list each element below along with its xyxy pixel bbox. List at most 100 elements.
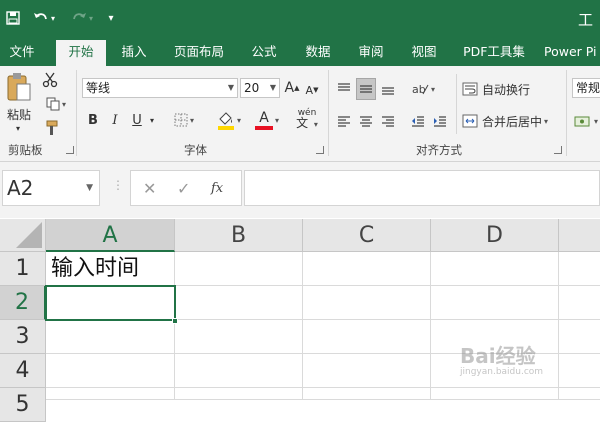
formula-input[interactable] — [244, 170, 600, 206]
enter-icon[interactable]: ✓ — [177, 179, 190, 198]
cell-c1[interactable] — [303, 252, 431, 286]
cell-d1[interactable] — [431, 252, 559, 286]
divider — [328, 70, 329, 156]
column-header-e[interactable] — [559, 219, 600, 252]
orientation-icon[interactable]: ab ▾ — [406, 78, 440, 100]
cancel-icon[interactable]: ✕ — [143, 179, 156, 198]
tab-power-pivot[interactable]: Power Pi — [544, 38, 600, 66]
cell-a3[interactable] — [46, 320, 175, 354]
font-size-combo[interactable]: 20 ▼ — [240, 78, 280, 98]
wrap-text-label: 自动换行 — [482, 82, 531, 97]
cell-e4[interactable] — [559, 354, 600, 388]
cell-a1[interactable]: 输入时间 — [46, 252, 175, 286]
align-center-icon[interactable] — [356, 112, 376, 132]
customize-qat-icon[interactable]: ▾ — [104, 6, 118, 30]
cell-d2[interactable] — [431, 286, 559, 320]
bold-button[interactable]: B — [84, 110, 102, 130]
increase-indent-icon[interactable] — [430, 112, 450, 132]
tab-page-layout[interactable]: 页面布局 — [168, 38, 230, 66]
cell-c3[interactable] — [303, 320, 431, 354]
accounting-format-icon[interactable]: ▾ — [572, 110, 600, 132]
tab-home[interactable]: 开始 — [56, 40, 106, 66]
row-header-3[interactable]: 3 — [0, 320, 46, 354]
font-color-button[interactable]: A ▾ — [250, 108, 284, 132]
paste-button[interactable]: 粘贴 — [4, 106, 34, 122]
fill-color-button[interactable]: ▾ — [212, 108, 246, 132]
merge-center-label: 合并后居中 — [482, 114, 543, 129]
column-header-c[interactable]: C — [303, 219, 431, 252]
row-header-5[interactable]: 5 — [0, 388, 46, 422]
cell-c4[interactable] — [303, 354, 431, 388]
tab-insert[interactable]: 插入 — [114, 38, 154, 66]
cell-b5[interactable] — [175, 388, 303, 400]
cell-e3[interactable] — [559, 320, 600, 354]
paste-dropdown-icon[interactable]: ▾ — [10, 122, 26, 134]
redo-icon[interactable]: ▾ — [66, 6, 98, 30]
underline-button[interactable]: U — [128, 110, 146, 130]
cut-icon[interactable] — [40, 70, 60, 90]
number-format-combo[interactable]: 常规 — [572, 78, 600, 98]
tab-pdf-tools[interactable]: PDF工具集 — [458, 38, 530, 66]
font-color-icon: A — [254, 110, 273, 130]
watermark-sub: jingyan.baidu.com — [460, 367, 544, 377]
cell-a4[interactable] — [46, 354, 175, 388]
undo-icon[interactable]: ▾ — [28, 6, 60, 30]
tab-review[interactable]: 审阅 — [351, 38, 391, 66]
clipboard-launcher-icon[interactable] — [66, 146, 74, 154]
fill-handle[interactable] — [172, 318, 178, 324]
insert-function-icon[interactable]: fx — [211, 181, 223, 196]
grip-icon[interactable]: ⋮ — [112, 178, 124, 192]
row-header-1[interactable]: 1 — [0, 252, 46, 286]
font-name-value: 等线 — [86, 81, 111, 95]
align-right-icon[interactable] — [378, 112, 398, 132]
cell-b1[interactable] — [175, 252, 303, 286]
align-left-icon[interactable] — [334, 112, 354, 132]
column-header-b[interactable]: B — [175, 219, 303, 252]
shrink-font-button[interactable]: A ▼ — [304, 80, 320, 100]
italic-button[interactable]: I — [106, 110, 124, 130]
cell-d5[interactable] — [431, 388, 559, 400]
wrap-text-button[interactable]: 自动换行 — [462, 78, 536, 100]
copy-icon[interactable]: ▾ — [40, 94, 72, 114]
borders-button[interactable]: ▾ — [168, 110, 200, 130]
top-align-icon[interactable] — [334, 78, 354, 100]
cell-b3[interactable] — [175, 320, 303, 354]
paste-icon[interactable] — [4, 70, 34, 104]
chevron-down-icon[interactable]: ▼ — [86, 171, 93, 205]
wrap-text-icon — [462, 82, 478, 96]
tab-file[interactable]: 文件 — [4, 38, 40, 66]
tab-formulas[interactable]: 公式 — [244, 38, 284, 66]
row-header-2[interactable]: 2 — [0, 286, 46, 320]
merge-center-icon — [462, 114, 478, 128]
cell-a5[interactable] — [46, 388, 175, 400]
cell-c2[interactable] — [303, 286, 431, 320]
cell-b2[interactable] — [175, 286, 303, 320]
ribbon-tabs: 文件 开始 插入 页面布局 公式 数据 审阅 视图 PDF工具集 Power P… — [0, 38, 600, 66]
grow-font-button[interactable]: A ▲ — [284, 78, 300, 98]
cell-a2-selected[interactable] — [45, 285, 176, 321]
format-painter-icon[interactable] — [40, 118, 60, 138]
column-header-a[interactable]: A — [46, 219, 175, 252]
tab-view[interactable]: 视图 — [404, 38, 444, 66]
underline-dropdown-icon[interactable]: ▾ — [146, 110, 158, 130]
save-icon[interactable] — [2, 6, 24, 30]
middle-align-icon[interactable] — [356, 78, 376, 100]
cell-e5[interactable] — [559, 388, 600, 400]
formula-bar: A2 ▼ ⋮ ✕ ✓ fx — [0, 162, 600, 218]
bottom-align-icon[interactable] — [378, 78, 398, 100]
cell-b4[interactable] — [175, 354, 303, 388]
font-launcher-icon[interactable] — [316, 146, 324, 154]
alignment-launcher-icon[interactable] — [554, 146, 562, 154]
cell-e1[interactable] — [559, 252, 600, 286]
select-all-corner[interactable] — [0, 219, 46, 252]
cell-c5[interactable] — [303, 388, 431, 400]
tab-data[interactable]: 数据 — [298, 38, 338, 66]
decrease-indent-icon[interactable] — [408, 112, 428, 132]
font-name-combo[interactable]: 等线 ▼ — [82, 78, 238, 98]
name-box[interactable]: A2 ▼ — [2, 170, 100, 206]
column-header-d[interactable]: D — [431, 219, 559, 252]
row-header-4[interactable]: 4 — [0, 354, 46, 388]
cell-e2[interactable] — [559, 286, 600, 320]
phonetic-button[interactable]: wén 文 ▾ — [290, 106, 324, 132]
merge-center-button[interactable]: 合并后居中 ▾ — [462, 110, 562, 132]
